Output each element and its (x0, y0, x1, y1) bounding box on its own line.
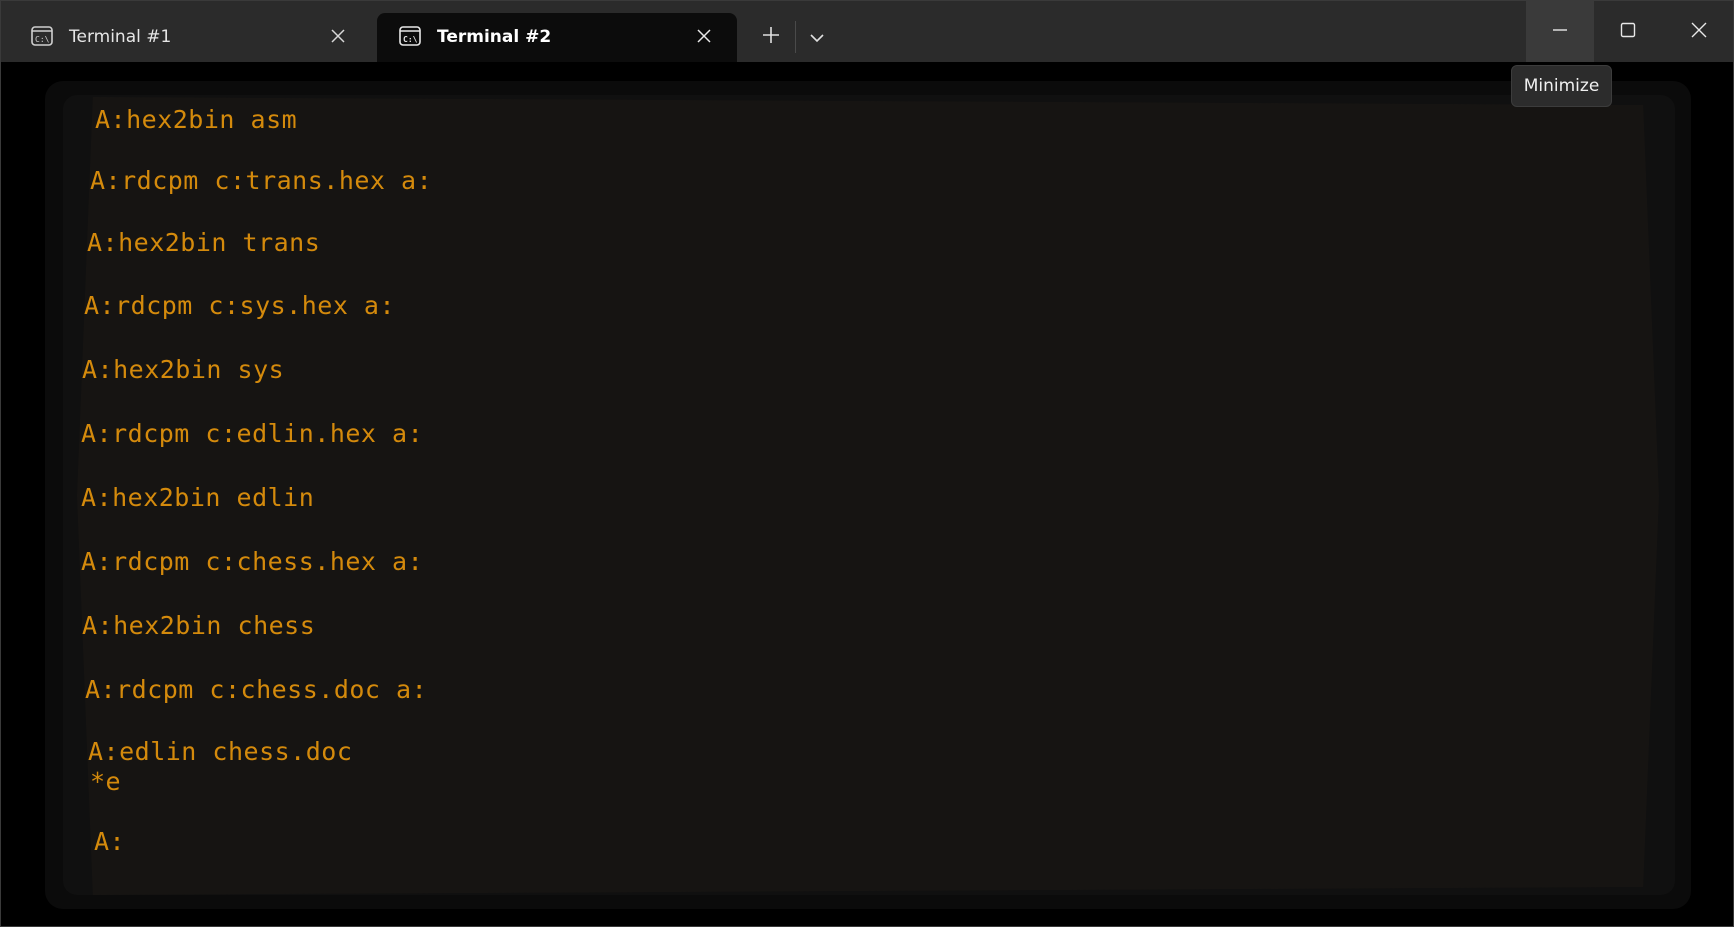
terminal-line: A:rdcpm c:chess.hex a: (81, 547, 424, 576)
terminal-line: A:rdcpm c:edlin.hex a: (81, 419, 424, 448)
svg-text:C:\: C:\ (35, 35, 50, 44)
crt-screen[interactable] (77, 97, 1659, 895)
chevron-down-icon (810, 28, 824, 47)
maximize-button[interactable] (1594, 1, 1662, 62)
plus-icon (762, 26, 780, 48)
command-prompt-icon: C:\ (399, 26, 421, 46)
terminal-line: *e (90, 767, 122, 796)
tab-terminal-1[interactable]: C:\ Terminal #1 (9, 13, 371, 62)
terminal-line: A:hex2bin edlin (81, 483, 315, 512)
window-close-button[interactable] (1664, 1, 1733, 62)
new-tab-button[interactable] (757, 23, 785, 51)
minimize-tooltip: Minimize (1511, 65, 1612, 107)
terminal-line: A:hex2bin trans (87, 228, 321, 257)
close-icon[interactable] (327, 25, 349, 47)
title-bar: C:\ Terminal #1 C:\ Terminal #2 (1, 1, 1733, 62)
terminal-line: A:hex2bin asm (95, 105, 298, 134)
tab-title: Terminal #2 (437, 27, 552, 47)
minimize-icon (1552, 22, 1568, 42)
terminal-line: A:hex2bin sys (82, 355, 285, 384)
terminal-line: A:rdcpm c:chess.doc a: (85, 675, 428, 704)
close-icon[interactable] (693, 25, 715, 47)
tab-dropdown-button[interactable] (803, 23, 831, 51)
close-icon (1691, 22, 1707, 42)
terminal-window: C:\ Terminal #1 C:\ Terminal #2 Minimize… (0, 0, 1734, 927)
tab-title: Terminal #1 (69, 27, 172, 47)
command-prompt-icon: C:\ (31, 26, 53, 46)
svg-text:C:\: C:\ (403, 35, 418, 44)
toolbar-separator (795, 21, 796, 53)
terminal-prompt: A: (94, 827, 126, 856)
terminal-line: A:rdcpm c:trans.hex a: (90, 166, 433, 195)
maximize-icon (1620, 22, 1636, 42)
terminal-line: A:edlin chess.doc (88, 737, 353, 766)
terminal-line: A:hex2bin chess (82, 611, 316, 640)
terminal-line: A:rdcpm c:sys.hex a: (84, 291, 396, 320)
minimize-button[interactable] (1526, 1, 1594, 62)
tab-terminal-2[interactable]: C:\ Terminal #2 (377, 13, 737, 62)
